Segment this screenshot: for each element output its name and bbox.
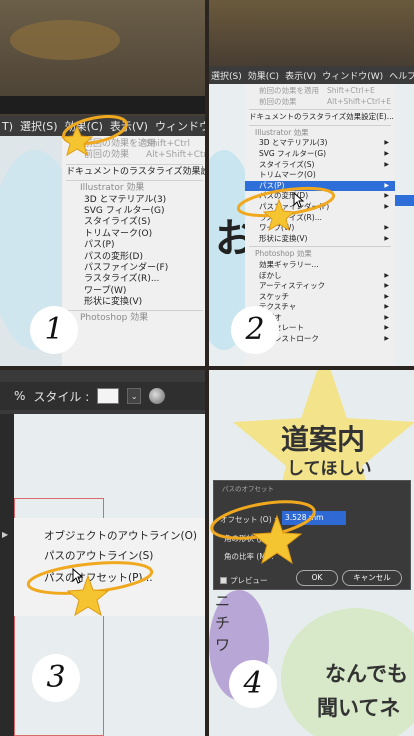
menu-window[interactable]: ウィンドウ(W) bbox=[322, 69, 383, 82]
menu-item-path[interactable]: パス(P) bbox=[62, 240, 205, 251]
menu-divider bbox=[249, 246, 391, 248]
cancel-button[interactable]: キャンセル bbox=[342, 570, 402, 586]
menu-window[interactable]: ウィンドウ( bbox=[155, 118, 205, 134]
menu-item-stylize[interactable]: スタイライズ(S) ▶ bbox=[245, 160, 395, 171]
tutorial-collage: T) 選択(S) 効果(C) 表示(V) ウィンドウ( 前回の効果を適用Shif… bbox=[0, 0, 414, 736]
menu-item-stylize[interactable]: スタイライズ(S) bbox=[62, 217, 205, 228]
bubble-line-2: 聞いてネ bbox=[317, 696, 401, 720]
poster-subtitle: してほしい bbox=[287, 459, 372, 479]
menu-divider bbox=[249, 124, 391, 126]
submenu-edge bbox=[395, 195, 414, 206]
menu-item-3d[interactable]: 3D とマテリアル(3) bbox=[62, 195, 205, 206]
menu-divider bbox=[66, 310, 203, 312]
star-swirl-icon bbox=[60, 115, 128, 157]
menu-item-blur[interactable]: ぼかし ▶ bbox=[245, 271, 395, 282]
menu-item-rasterize[interactable]: ラスタライズ(R)... bbox=[62, 274, 205, 285]
step-1-panel: T) 選択(S) 効果(C) 表示(V) ウィンドウ( 前回の効果を適用Shif… bbox=[0, 0, 205, 366]
side-text: ニ チ ワ bbox=[215, 592, 231, 654]
menu-item-svg-filter[interactable]: SVG フィルター(G) ▶ bbox=[245, 149, 395, 160]
poster-title: 道案内 bbox=[281, 423, 366, 456]
star-swirl-icon bbox=[26, 561, 154, 617]
step-3-panel: % スタイル : ⌄ オブジェクトのアウトライン(O) パスのアウトライン(S)… bbox=[0, 370, 205, 736]
menu-divider bbox=[66, 163, 203, 165]
tool-panel bbox=[0, 414, 14, 736]
menu-item-3d[interactable]: 3D とマテリアル(3) ▶ bbox=[245, 138, 395, 149]
menu-item-prev[interactable]: 前回の効果 Alt+Shift+Ctrl+E bbox=[245, 97, 395, 108]
menu-help[interactable]: ヘルプ bbox=[389, 69, 414, 82]
step-4-panel: 道案内 してほしい ニ チ ワ なんでも 聞いてネ パスのオフセット オフセット… bbox=[209, 370, 414, 736]
submenu-arrow-icon: ▶ bbox=[2, 530, 9, 539]
menu-item-warp[interactable]: ワープ(W) bbox=[62, 286, 205, 297]
menu-item-raster-settings[interactable]: ドキュメントのラスタライズ効果設定(E)... bbox=[62, 167, 205, 178]
menu-item-raster-settings[interactable]: ドキュメントのラスタライズ効果設定(E)... bbox=[245, 112, 395, 123]
step-number: 1 bbox=[30, 306, 78, 354]
menu-divider bbox=[66, 180, 203, 182]
control-bar: % スタイル : ⌄ bbox=[0, 382, 205, 410]
menu-section-illustrator: Illustrator 効果 bbox=[255, 127, 309, 137]
stool-photo bbox=[10, 20, 120, 60]
menu-section-photoshop: Photoshop 効果 bbox=[255, 249, 312, 259]
menu-item-svg-filter[interactable]: SVG フィルター(G) bbox=[62, 206, 205, 217]
menu-bar: 選択(S) 効果(C) 表示(V) ウィンドウ(W) ヘルプ bbox=[209, 66, 414, 84]
menu-section-photoshop: Photoshop 効果 bbox=[80, 313, 149, 324]
style-swatch[interactable] bbox=[97, 388, 120, 404]
step-number: 3 bbox=[32, 654, 80, 702]
step-2-panel: 選択(S) 効果(C) 表示(V) ウィンドウ(W) ヘルプ お 前回の効果を適… bbox=[209, 0, 414, 366]
effect-menu: 前回の効果を適用 Shift+Ctrl 前回の効果 Alt+Shift+Ctrl ド… bbox=[62, 136, 205, 366]
menu-item-trim-marks[interactable]: トリムマーク(O) bbox=[62, 229, 205, 240]
chevron-down-icon[interactable]: ⌄ bbox=[127, 388, 142, 404]
checkbox-icon[interactable] bbox=[220, 577, 227, 584]
menu-section-illustrator: Illustrator 効果 bbox=[80, 183, 145, 194]
menu-item-pathfinder[interactable]: パスファインダー(F) bbox=[62, 263, 205, 274]
star-swirl-icon bbox=[236, 186, 336, 232]
menu-item-sketch[interactable]: スケッチ ▶ bbox=[245, 292, 395, 303]
menu-divider bbox=[249, 109, 391, 111]
star-swirl-icon bbox=[210, 500, 316, 565]
step-number: 4 bbox=[229, 660, 277, 708]
menu-item-outline-object[interactable]: オブジェクトのアウトライン(O) bbox=[44, 528, 197, 543]
menu-item-prev-apply[interactable]: 前回の効果を適用 Shift+Ctrl+E bbox=[245, 86, 395, 97]
bubble-line-1: なんでも bbox=[325, 662, 408, 686]
globe-icon[interactable] bbox=[149, 388, 166, 404]
mouse-cursor-icon bbox=[293, 192, 305, 208]
menu-item-artistic[interactable]: アーティスティック ▶ bbox=[245, 281, 395, 292]
menu-item-convert-shape[interactable]: 形状に変換(V) bbox=[62, 297, 205, 308]
menu-select[interactable]: 選択(S) bbox=[20, 118, 58, 134]
menu-item-distort[interactable]: パスの変形(D) bbox=[62, 252, 205, 263]
menu-view[interactable]: 表示(V) bbox=[285, 69, 316, 82]
mouse-cursor-icon bbox=[72, 568, 84, 584]
menu-item-effect-gallery[interactable]: 効果ギャラリー... bbox=[245, 260, 395, 271]
style-label: スタイル : bbox=[33, 389, 90, 404]
menu-select[interactable]: 選択(S) bbox=[211, 69, 242, 82]
menu-type[interactable]: T) bbox=[2, 120, 13, 133]
step-number: 2 bbox=[231, 306, 279, 354]
zoom-percent: % bbox=[14, 389, 26, 403]
menu-effect[interactable]: 効果(C) bbox=[248, 69, 279, 82]
